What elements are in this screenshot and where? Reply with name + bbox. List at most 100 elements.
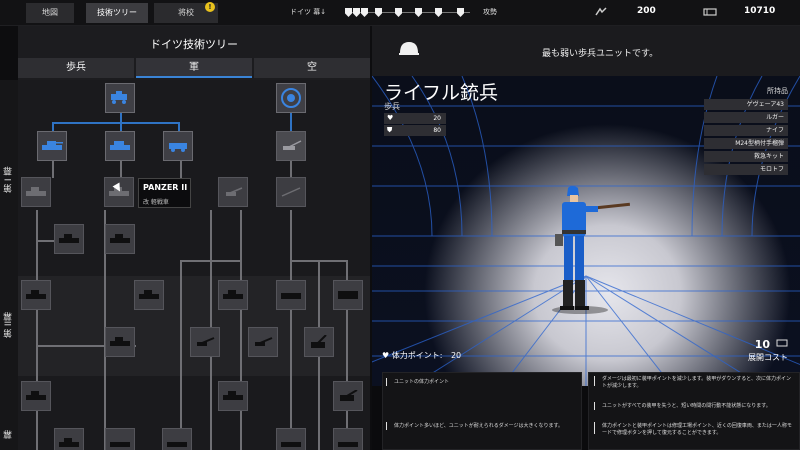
unit-detail-panel: 最も弱い歩兵ユニットです。 ライフル銃兵 歩兵 ♥ 20 ⛊ 80 所持品 ゲヴ…: [372, 26, 800, 450]
front-left-label: ドイツ 幕↓: [290, 8, 327, 16]
tech-node-air-unlock[interactable]: [276, 83, 306, 113]
halftrack-icon: [281, 293, 301, 299]
manpower-icon: [595, 7, 607, 16]
artillery-icon: [226, 187, 243, 196]
tank-icon: [110, 337, 130, 346]
tank-icon: [110, 442, 130, 447]
tech-node-tank-2[interactable]: [105, 131, 135, 161]
inventory-title: 所持品: [767, 87, 788, 95]
unit-name: ライフル銃兵: [384, 82, 499, 104]
front-line-track: [345, 8, 470, 18]
tech-node-locked[interactable]: [333, 428, 363, 450]
hp-info-title: ユニットの体力ポイント: [394, 379, 450, 385]
deploy-cost-label: 展開コスト: [748, 353, 788, 362]
tooltip-name: PANZER II: [143, 183, 188, 192]
halftrack-icon: [169, 143, 187, 152]
tech-node-locked[interactable]: [333, 381, 363, 411]
branch-air[interactable]: 空: [254, 58, 370, 78]
artillery-icon: [255, 337, 273, 346]
rifleman-model: [552, 186, 631, 314]
tech-node-locked[interactable]: [105, 327, 135, 357]
tank-icon: [110, 234, 130, 243]
tech-node-locked[interactable]: [21, 280, 51, 310]
stat-armor-value: 80: [433, 127, 441, 134]
branch-vehicles[interactable]: 軍: [136, 58, 252, 78]
front-right-label: 攻勢: [483, 8, 497, 16]
era-strip: [0, 80, 18, 450]
tech-node-locked[interactable]: [276, 177, 306, 207]
tech-node-locked[interactable]: [21, 177, 51, 207]
heart-icon: ♥: [387, 114, 394, 122]
truck-icon: [338, 291, 358, 299]
info-divider: [386, 422, 387, 430]
tech-node-locked[interactable]: [105, 224, 135, 254]
tab-tech-tree-label: 技術ツリー: [97, 8, 137, 17]
unit-header: 最も弱い歩兵ユニットです。: [372, 26, 800, 76]
tech-node-locked[interactable]: [105, 428, 135, 450]
armor-info-2: ユニットがすべての装甲を失うと、短い時間の間行動不能状態になります。: [602, 403, 771, 409]
unit-class: 歩兵: [384, 102, 400, 111]
armor-info-3: 体力ポイントと装甲ポイントは修理工場ポイント、近くの回復車両、または一人称モード…: [602, 423, 792, 436]
inventory-item: M24型柄付手榴弾: [704, 138, 788, 149]
tank-icon: [223, 290, 243, 299]
tab-officers[interactable]: 将校 !: [154, 2, 218, 23]
tree-link: [240, 210, 242, 450]
munitions-icon: [703, 7, 717, 16]
branch-air-label: 空: [307, 62, 317, 73]
tech-node-locked[interactable]: [333, 280, 363, 310]
front-tick: [395, 8, 402, 17]
tech-node-locked[interactable]: [218, 381, 248, 411]
tech-node-locked[interactable]: [304, 327, 334, 357]
unit-description: 最も弱い歩兵ユニットです。: [542, 49, 659, 59]
tab-map-label: 地図: [42, 8, 58, 17]
tab-tech-tree[interactable]: 技術ツリー: [86, 3, 148, 23]
front-tick: [435, 8, 442, 17]
tech-node-tank-1[interactable]: [37, 131, 67, 161]
tech-node-locked[interactable]: [54, 428, 84, 450]
tank-icon: [59, 438, 79, 447]
front-tick: [375, 8, 382, 17]
tech-node-locked[interactable]: [54, 224, 84, 254]
stat-armor: ⛊ 80: [384, 125, 446, 136]
tech-node-locked[interactable]: [276, 280, 306, 310]
front-tick: [353, 8, 360, 17]
stat-health-value: 20: [433, 115, 441, 122]
tank-icon: [338, 442, 358, 447]
tab-map[interactable]: 地図: [26, 3, 74, 23]
tank-icon: [42, 141, 63, 150]
manpower-value: 200: [637, 6, 656, 16]
era-1-label: 第 I 幕: [4, 166, 14, 194]
munitions-icon: [776, 339, 788, 349]
tech-node-locked[interactable]: [276, 428, 306, 450]
hp-value: 20: [450, 351, 462, 360]
era-3-label: 幕: [4, 430, 14, 440]
heart-icon: ♥: [382, 351, 392, 360]
helmet-icon: [399, 42, 419, 55]
inventory-item: 救急キット: [704, 151, 788, 162]
tank-icon: [59, 234, 79, 243]
tech-node-halftrack[interactable]: [163, 131, 193, 161]
tech-node-armored-car[interactable]: [105, 83, 135, 113]
tech-node-locked[interactable]: [190, 327, 220, 357]
tank-icon: [167, 442, 187, 447]
alert-badge: !: [205, 2, 215, 12]
armored-car-icon: [111, 91, 127, 104]
tech-node-locked[interactable]: [162, 428, 192, 450]
shield-icon: ⛊: [387, 126, 393, 134]
tech-node-locked[interactable]: [248, 327, 278, 357]
tank-icon: [139, 290, 159, 299]
tech-node-locked[interactable]: [21, 381, 51, 411]
tech-node-aa-gun[interactable]: [276, 131, 306, 161]
tech-node-locked[interactable]: [134, 280, 164, 310]
tech-node-locked[interactable]: [218, 280, 248, 310]
info-divider: [594, 402, 595, 410]
branch-infantry[interactable]: 歩兵: [18, 58, 134, 78]
tech-node-locked[interactable]: [218, 177, 248, 207]
top-bar: 地図 技術ツリー 将校 ! ドイツ 幕↓ 攻勢 200 10710: [0, 0, 800, 26]
tree-link: [52, 122, 180, 124]
tank-icon: [223, 391, 243, 400]
hp-label: 体力ポイント:: [391, 351, 443, 360]
deploy-cost-value: 10: [754, 338, 770, 351]
front-tick: [415, 8, 422, 17]
tech-tree-title: ドイツ技術ツリー: [150, 38, 238, 51]
